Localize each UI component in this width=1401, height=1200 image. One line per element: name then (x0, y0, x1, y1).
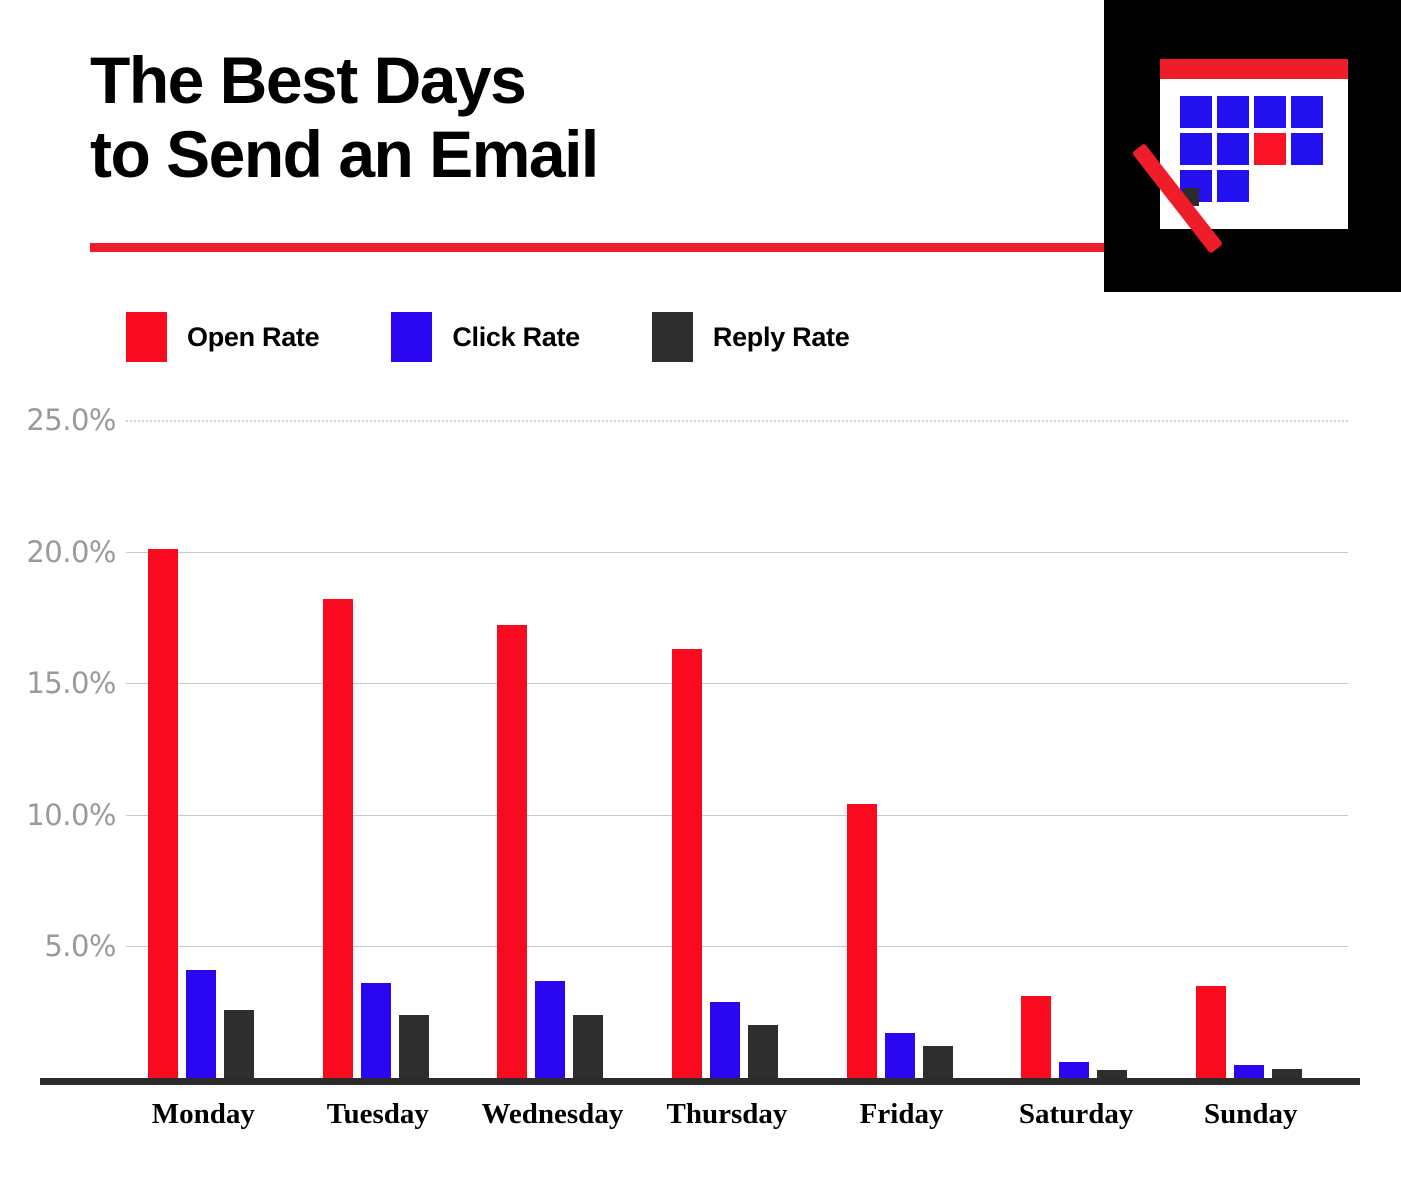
x-axis-label-friday: Friday (859, 1098, 944, 1130)
bar-saturday-open-rate (1021, 996, 1052, 1078)
bar-sunday-open-rate (1195, 985, 1226, 1078)
gridline (126, 551, 1348, 553)
bar-tuesday-click-rate (360, 983, 391, 1078)
bar-thursday-reply-rate (748, 1025, 778, 1078)
bar-friday-reply-rate (922, 1046, 953, 1078)
plot-area (126, 420, 1348, 1078)
bar-saturday-reply-rate (1097, 1070, 1128, 1078)
bar-monday-click-rate (186, 970, 217, 1078)
x-axis-label-wednesday: Wednesday (481, 1098, 624, 1130)
x-axis-line (40, 1078, 1360, 1085)
x-axis-label-monday: Monday (151, 1098, 255, 1130)
x-axis-label-thursday: Thursday (666, 1098, 788, 1130)
x-axis-label-tuesday: Tuesday (326, 1098, 429, 1130)
bar-friday-click-rate (884, 1033, 915, 1078)
bar-monday-reply-rate (224, 1009, 255, 1078)
bar-chart: 25.0% 20.0% 15.0% 10.0% 5.0% Monday Tuesday We… (0, 0, 1401, 1200)
gridline (126, 814, 1348, 816)
bar-tuesday-reply-rate (398, 1014, 429, 1078)
bar-thursday-click-rate (710, 1001, 740, 1078)
y-axis-tick-label: 5.0% (44, 929, 116, 964)
x-axis-label-saturday: Saturday (1018, 1098, 1134, 1130)
gridline (126, 420, 1348, 422)
y-axis-tick-label: 10.0% (26, 797, 116, 832)
bar-wednesday-click-rate (535, 980, 566, 1078)
y-axis-tick-label: 15.0% (26, 666, 116, 701)
bar-friday-open-rate (846, 804, 877, 1078)
x-axis-label-sunday: Sunday (1203, 1098, 1298, 1130)
y-axis-tick-label: 20.0% (26, 534, 116, 569)
bar-sunday-click-rate (1233, 1064, 1264, 1078)
bar-monday-open-rate (148, 548, 179, 1078)
bar-wednesday-open-rate (497, 625, 528, 1078)
y-axis-tick-label: 25.0% (26, 403, 116, 437)
bar-saturday-click-rate (1059, 1062, 1090, 1078)
gridline (126, 683, 1348, 685)
bar-thursday-open-rate (672, 648, 702, 1078)
bar-tuesday-open-rate (322, 598, 353, 1078)
bar-sunday-reply-rate (1271, 1068, 1302, 1078)
bar-wednesday-reply-rate (573, 1014, 604, 1078)
gridline (126, 946, 1348, 948)
